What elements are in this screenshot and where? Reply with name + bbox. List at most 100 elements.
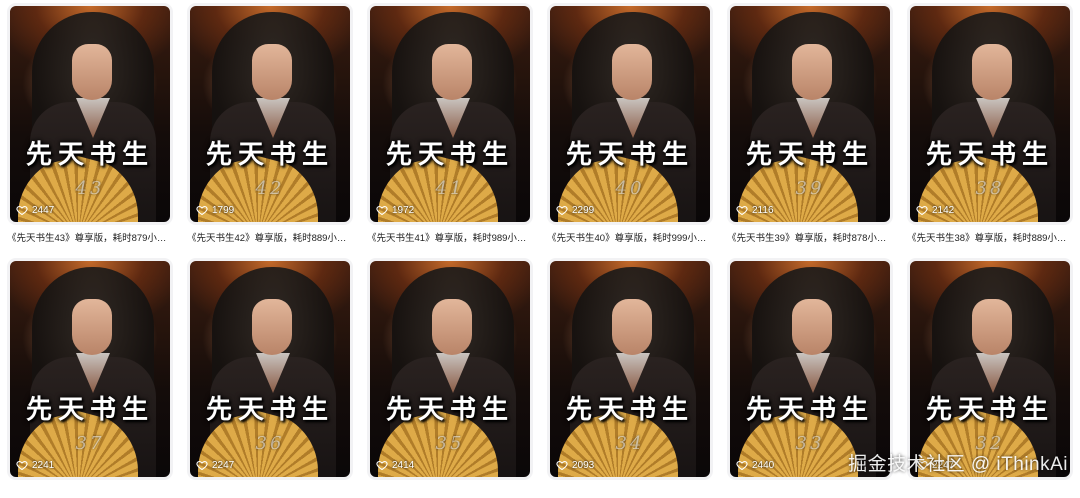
like-count-value: 2241 bbox=[32, 460, 54, 471]
cover-episode-number: 43 bbox=[10, 178, 170, 199]
heart-outline-icon bbox=[916, 204, 928, 216]
like-count-value: 2447 bbox=[32, 205, 54, 216]
cover-title-text: 先天书生 bbox=[370, 134, 530, 171]
video-grid: 先天书生 43 2447 《先天书生43》尊享版，耗时879小… 先天书生 42 bbox=[0, 0, 1080, 492]
video-caption[interactable] bbox=[367, 480, 533, 498]
video-thumbnail[interactable]: 先天书生 40 2299 bbox=[547, 3, 713, 225]
video-thumbnail[interactable]: 先天书生 36 2247 bbox=[187, 258, 353, 480]
cover-title-text: 先天书生 bbox=[10, 134, 170, 171]
like-count: 2299 bbox=[556, 202, 594, 218]
video-thumbnail[interactable]: 先天书生 37 2241 bbox=[7, 258, 173, 480]
like-count-value: 2247 bbox=[212, 460, 234, 471]
cover-art-face bbox=[72, 44, 112, 100]
like-count-value: 1799 bbox=[212, 205, 234, 216]
heart-outline-icon bbox=[16, 459, 28, 471]
video-card[interactable]: 先天书生 43 2447 《先天书生43》尊享版，耗时879小… bbox=[7, 3, 173, 243]
cover-art-face bbox=[792, 299, 832, 355]
video-card[interactable]: 先天书生 41 1972 《先天书生41》尊享版，耗时989小… bbox=[367, 3, 533, 243]
video-caption[interactable] bbox=[547, 480, 713, 498]
heart-outline-icon bbox=[376, 459, 388, 471]
video-caption[interactable]: 《先天书生43》尊享版，耗时879小… bbox=[7, 225, 173, 243]
watermark: 掘金技术社区 @ iThinkAi bbox=[848, 449, 1068, 476]
heart-outline-icon bbox=[736, 459, 748, 471]
heart-outline-icon bbox=[376, 204, 388, 216]
video-caption[interactable] bbox=[7, 480, 173, 498]
like-count: 1972 bbox=[376, 202, 414, 218]
video-card[interactable]: 先天书生 36 2247 bbox=[187, 258, 353, 498]
video-card[interactable]: 先天书生 39 2116 《先天书生39》尊享版，耗时878小… bbox=[727, 3, 893, 243]
cover-art-face bbox=[972, 299, 1012, 355]
cover-episode-number: 35 bbox=[370, 433, 530, 454]
video-card[interactable]: 先天书生 40 2299 《先天书生40》尊享版，耗时999小… bbox=[547, 3, 713, 243]
like-count-value: 2440 bbox=[752, 460, 774, 471]
like-count: 2142 bbox=[916, 202, 954, 218]
video-card[interactable]: 先天书生 35 2414 bbox=[367, 258, 533, 498]
cover-title-text: 先天书生 bbox=[550, 389, 710, 426]
video-thumbnail[interactable]: 先天书生 39 2116 bbox=[727, 3, 893, 225]
heart-outline-icon bbox=[736, 204, 748, 216]
like-count-value: 2299 bbox=[572, 205, 594, 216]
video-caption[interactable]: 《先天书生39》尊享版，耗时878小… bbox=[727, 225, 893, 243]
like-count: 2247 bbox=[196, 457, 234, 473]
cover-art-face bbox=[612, 44, 652, 100]
cover-title-text: 先天书生 bbox=[730, 389, 890, 426]
heart-outline-icon bbox=[556, 459, 568, 471]
video-thumbnail[interactable]: 先天书生 38 2142 bbox=[907, 3, 1073, 225]
video-caption[interactable]: 《先天书生38》尊享版，耗时889小… bbox=[907, 225, 1073, 243]
cover-title-text: 先天书生 bbox=[190, 134, 350, 171]
cover-title-text: 先天书生 bbox=[730, 134, 890, 171]
video-card[interactable]: 先天书生 38 2142 《先天书生38》尊享版，耗时889小… bbox=[907, 3, 1073, 243]
cover-title-text: 先天书生 bbox=[370, 389, 530, 426]
cover-episode-number: 37 bbox=[10, 433, 170, 454]
video-thumbnail[interactable]: 先天书生 35 2414 bbox=[367, 258, 533, 480]
video-caption[interactable]: 《先天书生41》尊享版，耗时989小… bbox=[367, 225, 533, 243]
video-thumbnail[interactable]: 先天书生 42 1799 bbox=[187, 3, 353, 225]
video-caption[interactable]: 《先天书生42》尊享版，耗时889小… bbox=[187, 225, 353, 243]
video-caption[interactable]: 《先天书生40》尊享版，耗时999小… bbox=[547, 225, 713, 243]
cover-episode-number: 39 bbox=[730, 178, 890, 199]
cover-art-face bbox=[432, 44, 472, 100]
heart-outline-icon bbox=[16, 204, 28, 216]
cover-episode-number: 36 bbox=[190, 433, 350, 454]
video-card[interactable]: 先天书生 42 1799 《先天书生42》尊享版，耗时889小… bbox=[187, 3, 353, 243]
cover-episode-number: 42 bbox=[190, 178, 350, 199]
cover-episode-number: 40 bbox=[550, 178, 710, 199]
like-count: 2093 bbox=[556, 457, 594, 473]
like-count: 2241 bbox=[16, 457, 54, 473]
video-thumbnail[interactable]: 先天书生 34 2093 bbox=[547, 258, 713, 480]
like-count-value: 2414 bbox=[392, 460, 414, 471]
like-count-value: 2093 bbox=[572, 460, 594, 471]
like-count-value: 1972 bbox=[392, 205, 414, 216]
cover-title-text: 先天书生 bbox=[910, 389, 1070, 426]
cover-episode-number: 34 bbox=[550, 433, 710, 454]
cover-title-text: 先天书生 bbox=[190, 389, 350, 426]
cover-art-face bbox=[792, 44, 832, 100]
video-thumbnail[interactable]: 先天书生 41 1972 bbox=[367, 3, 533, 225]
cover-art-face bbox=[252, 44, 292, 100]
like-count-value: 2116 bbox=[752, 205, 774, 216]
video-caption[interactable] bbox=[907, 480, 1073, 498]
like-count: 2447 bbox=[16, 202, 54, 218]
like-count: 2116 bbox=[736, 202, 774, 218]
like-count: 2414 bbox=[376, 457, 414, 473]
cover-art-face bbox=[612, 299, 652, 355]
cover-art-face bbox=[432, 299, 472, 355]
cover-episode-number: 41 bbox=[370, 178, 530, 199]
video-caption[interactable] bbox=[187, 480, 353, 498]
like-count: 1799 bbox=[196, 202, 234, 218]
heart-outline-icon bbox=[196, 204, 208, 216]
cover-art-face bbox=[252, 299, 292, 355]
video-caption[interactable] bbox=[727, 480, 893, 498]
video-thumbnail[interactable]: 先天书生 43 2447 bbox=[7, 3, 173, 225]
heart-outline-icon bbox=[196, 459, 208, 471]
cover-title-text: 先天书生 bbox=[10, 389, 170, 426]
cover-art-face bbox=[72, 299, 112, 355]
cover-episode-number: 38 bbox=[910, 178, 1070, 199]
video-card[interactable]: 先天书生 34 2093 bbox=[547, 258, 713, 498]
cover-title-text: 先天书生 bbox=[910, 134, 1070, 171]
video-thumbnail[interactable]: 先天书生 32 2247 bbox=[907, 258, 1073, 480]
video-card[interactable]: 先天书生 37 2241 bbox=[7, 258, 173, 498]
cover-title-text: 先天书生 bbox=[550, 134, 710, 171]
like-count: 2440 bbox=[736, 457, 774, 473]
video-thumbnail[interactable]: 先天书生 33 2440 bbox=[727, 258, 893, 480]
